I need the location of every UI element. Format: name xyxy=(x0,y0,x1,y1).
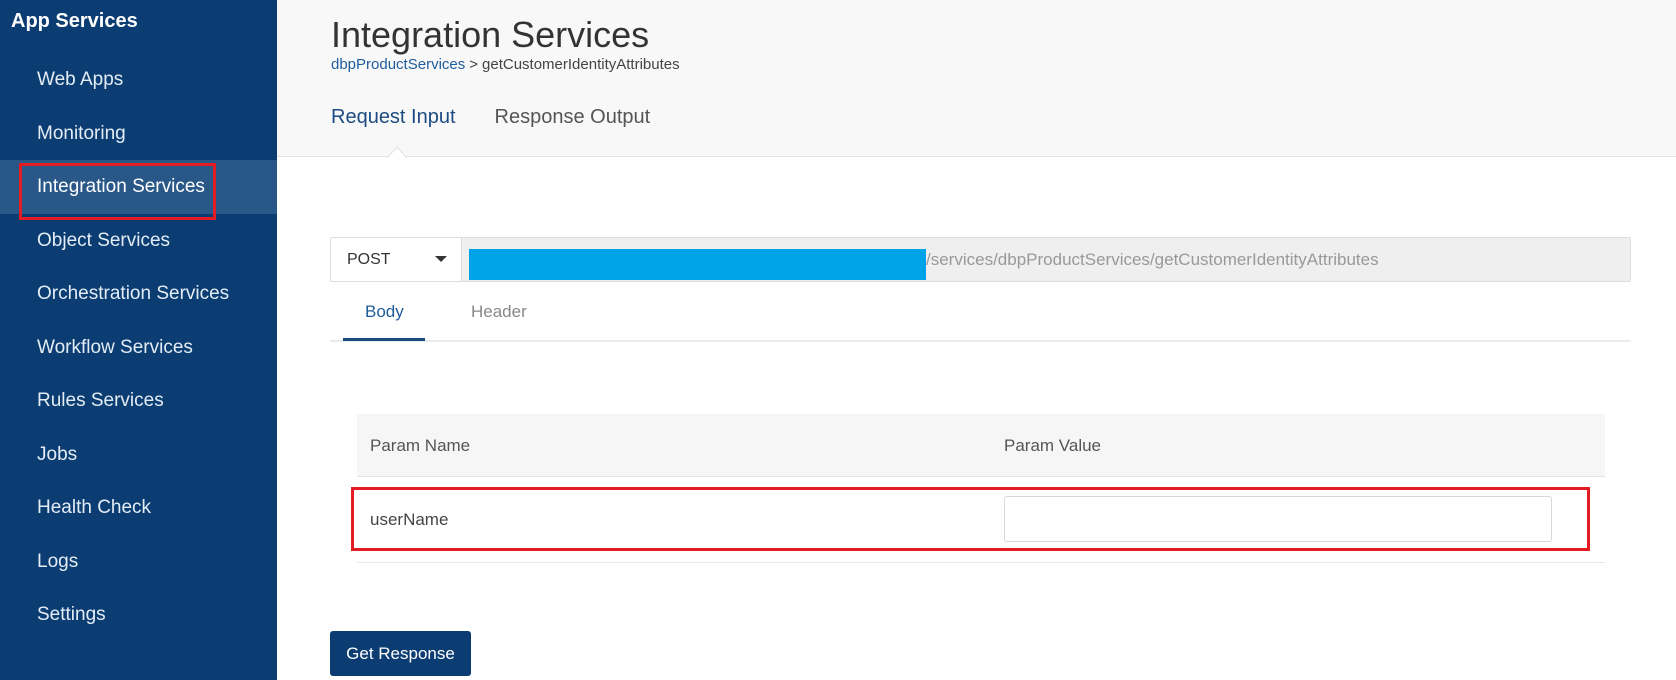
breadcrumb-service-link[interactable]: dbpProductServices xyxy=(331,56,465,73)
breadcrumb-operation: getCustomerIdentityAttributes xyxy=(482,56,680,73)
method-value: POST xyxy=(347,251,391,268)
param-value-input[interactable] xyxy=(1004,496,1552,542)
highlight-box xyxy=(19,163,216,220)
sidebar-item-settings[interactable]: Settings xyxy=(0,588,277,642)
param-name-username: userName xyxy=(370,510,449,529)
sidebar-title: App Services xyxy=(11,10,138,32)
sidebar-item-workflow-services[interactable]: Workflow Services xyxy=(0,321,277,375)
tab-body[interactable]: Body xyxy=(365,302,404,322)
sidebar-item-logs[interactable]: Logs xyxy=(0,535,277,589)
table-row: userName xyxy=(351,477,1605,563)
breadcrumb-separator: > xyxy=(469,56,479,73)
sidebar-item-monitoring[interactable]: Monitoring xyxy=(0,107,277,161)
tab-request-input[interactable]: Request Input xyxy=(331,106,456,129)
redacted-url-host xyxy=(469,249,926,280)
chevron-down-icon xyxy=(435,256,447,262)
page-title: Integration Services xyxy=(331,14,650,55)
sidebar-item-integration-services[interactable]: Integration Services xyxy=(0,160,277,220)
active-tab-caret-icon xyxy=(387,146,407,158)
page-header: Integration Services dbpProductServices >… xyxy=(277,0,1676,158)
method-select[interactable]: POST xyxy=(331,238,462,281)
tab-response-output[interactable]: Response Output xyxy=(495,106,651,129)
request-url-bar: POST /services/dbpProductServices/getCus… xyxy=(330,237,1631,282)
sidebar-item-jobs[interactable]: Jobs xyxy=(0,428,277,482)
request-sub-tabs: Body Header xyxy=(330,296,1631,342)
breadcrumb: dbpProductServices > getCustomerIdentityAt… xyxy=(331,56,680,73)
column-header-param-value: Param Value xyxy=(1004,436,1102,455)
top-tabs: Request Input Response Output xyxy=(331,106,650,129)
column-header-param-name: Param Name xyxy=(370,436,471,455)
sidebar-item-health-check[interactable]: Health Check xyxy=(0,481,277,535)
params-table: Param Name Param Value userName xyxy=(351,414,1605,563)
sidebar-item-rules-services[interactable]: Rules Services xyxy=(0,374,277,428)
sidebar-item-web-apps[interactable]: Web Apps xyxy=(0,53,277,107)
sidebar-nav: Web Apps Monitoring Integration Services… xyxy=(0,53,277,642)
sidebar: App Services Web Apps Monitoring Integra… xyxy=(0,0,277,680)
get-response-button[interactable]: Get Response xyxy=(330,631,471,676)
tab-header[interactable]: Header xyxy=(471,302,527,322)
main-content: Integration Services dbpProductServices >… xyxy=(277,0,1676,680)
url-path[interactable]: /services/dbpProductServices/getCustomer… xyxy=(926,238,1379,281)
params-table-header: Param Name Param Value xyxy=(357,414,1605,477)
active-tab-indicator xyxy=(343,338,425,341)
sidebar-item-object-services[interactable]: Object Services xyxy=(0,214,277,268)
sidebar-item-orchestration-services[interactable]: Orchestration Services xyxy=(0,267,277,321)
